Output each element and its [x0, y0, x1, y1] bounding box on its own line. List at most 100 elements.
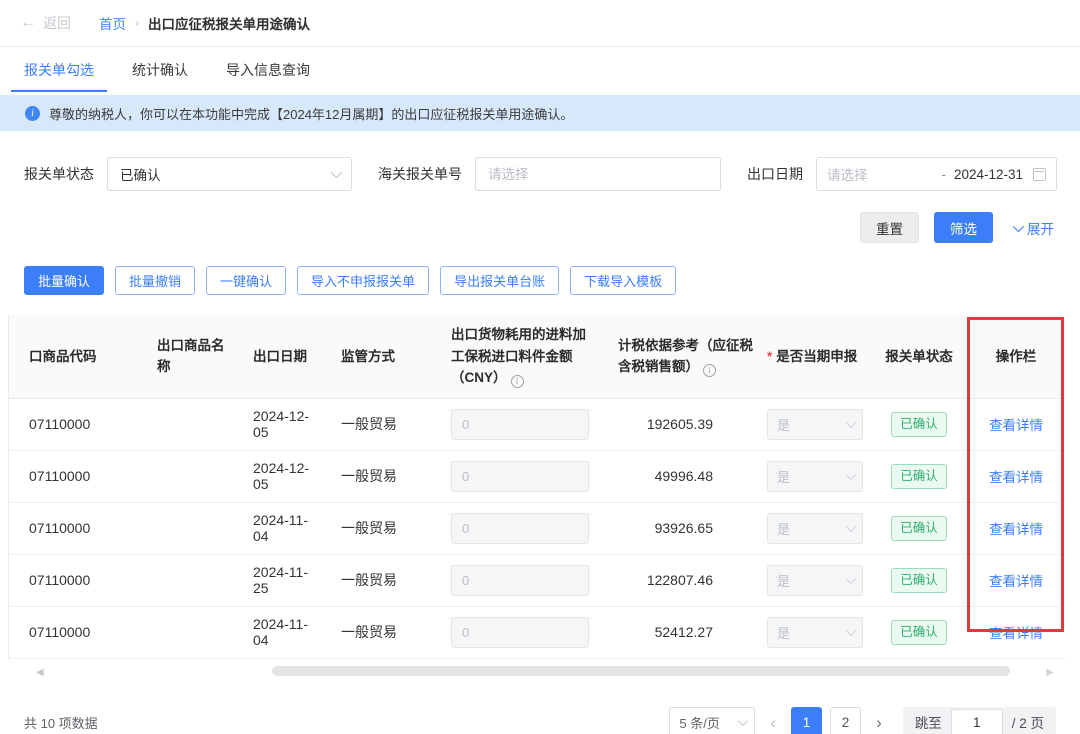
toolbar: 批量确认 批量撤销 一键确认 导入不申报报关单 导出报关单台账 下载导入模板: [0, 266, 1080, 295]
cell-product-name: [137, 450, 233, 502]
cell-bonded-amount: [441, 502, 606, 554]
info-icon[interactable]: i: [703, 364, 716, 377]
cell-action: 查看详情: [967, 398, 1065, 450]
col-header-status: 报关单状态: [871, 315, 967, 398]
filter-actions: 重置 筛选 展开: [0, 212, 1080, 243]
date-end-value: 2024-12-31: [954, 167, 1023, 182]
scrollbar-thumb[interactable]: [272, 666, 1010, 676]
view-details-link[interactable]: 查看详情: [989, 418, 1043, 433]
chevron-down-icon: [846, 626, 856, 636]
tab-statistics-confirm[interactable]: 统计确认: [132, 47, 188, 92]
current-period-select[interactable]: 是: [767, 513, 863, 544]
cell-bonded-amount: [441, 398, 606, 450]
date-range-separator: -: [941, 167, 946, 182]
back-button[interactable]: ← 返回: [20, 13, 71, 33]
current-period-select[interactable]: 是: [767, 617, 863, 648]
cell-tax-base: 93926.65: [606, 502, 761, 554]
next-page-button[interactable]: ›: [869, 714, 889, 731]
tab-import-info-query[interactable]: 导入信息查询: [226, 47, 310, 92]
filter-button[interactable]: 筛选: [934, 212, 993, 243]
total-pages-label: / 2 页: [1012, 712, 1044, 732]
cell-export-date: 2024-11-04: [233, 502, 321, 554]
export-date-range[interactable]: 请选择 - 2024-12-31: [816, 157, 1057, 191]
col-header-tax-base: 计税依据参考（应征税含税销售额）i: [606, 315, 761, 398]
cell-product-code: 07110000: [9, 398, 137, 450]
notice-text: 尊敬的纳税人，你可以在本功能中完成【2024年12月属期】的出口应征税报关单用途…: [49, 104, 573, 123]
current-period-select[interactable]: 是: [767, 409, 863, 440]
expand-label: 展开: [1027, 218, 1054, 238]
view-details-link[interactable]: 查看详情: [989, 522, 1043, 537]
cell-action: 查看详情: [967, 450, 1065, 502]
bonded-amount-input[interactable]: [451, 461, 589, 492]
view-details-link[interactable]: 查看详情: [989, 626, 1043, 641]
status-badge: 已确认: [891, 464, 947, 489]
bonded-amount-input[interactable]: [451, 565, 589, 596]
customs-no-input[interactable]: [475, 157, 721, 191]
view-details-link[interactable]: 查看详情: [989, 574, 1043, 589]
download-template-button[interactable]: 下载导入模板: [570, 266, 676, 295]
col-header-product-code: 口商品代码: [9, 315, 137, 398]
page-title: 出口应征税报关单用途确认: [148, 13, 310, 33]
cell-bonded-amount: [441, 554, 606, 606]
table-row: 071100002024-11-04一般贸易52412.27是已确认查看详情: [9, 606, 1065, 658]
col-header-current-period: *是否当期申报: [761, 315, 871, 398]
date-start-placeholder: 请选择: [827, 164, 933, 184]
current-period-select[interactable]: 是: [767, 461, 863, 492]
required-asterisk: *: [767, 349, 772, 364]
cell-product-code: 07110000: [9, 502, 137, 554]
scroll-left-icon[interactable]: ◀: [36, 665, 44, 681]
export-ledger-button[interactable]: 导出报关单台账: [440, 266, 559, 295]
info-icon: i: [25, 106, 40, 121]
col-header-trade-mode: 监管方式: [321, 315, 441, 398]
chevron-down-icon: [738, 716, 748, 726]
cell-status: 已确认: [871, 398, 967, 450]
prev-page-button[interactable]: ‹: [763, 714, 783, 731]
table-header-row: 口商品代码 出口商品名称 出口日期 监管方式 出口货物耗用的进料加工保税进口料件…: [9, 315, 1065, 398]
table-row: 071100002024-12-05一般贸易192605.39是已确认查看详情: [9, 398, 1065, 450]
status-select-value: 已确认: [120, 164, 161, 184]
tab-declaration-check[interactable]: 报关单勾选: [24, 47, 94, 92]
batch-revoke-button[interactable]: 批量撤销: [115, 266, 195, 295]
current-period-select[interactable]: 是: [767, 565, 863, 596]
horizontal-scrollbar: ◀ ▶: [28, 663, 1060, 679]
reset-button[interactable]: 重置: [860, 212, 919, 243]
view-details-link[interactable]: 查看详情: [989, 470, 1043, 485]
breadcrumb-separator: ›: [135, 16, 139, 30]
expand-toggle[interactable]: 展开: [1013, 218, 1054, 238]
cell-product-name: [137, 398, 233, 450]
status-badge: 已确认: [891, 620, 947, 645]
footer: 共 10 项数据 5 条/页 ‹ 1 2 › 跳至 / 2 页: [0, 707, 1080, 734]
bonded-amount-input[interactable]: [451, 409, 589, 440]
batch-confirm-button[interactable]: 批量确认: [24, 266, 104, 295]
top-bar: ← 返回 首页 › 出口应征税报关单用途确认: [0, 0, 1080, 47]
jump-page-input[interactable]: [951, 709, 1003, 734]
page-button-2[interactable]: 2: [830, 707, 861, 734]
col-header-export-date: 出口日期: [233, 315, 321, 398]
cell-trade-mode: 一般贸易: [321, 554, 441, 606]
col-header-bonded-amount: 出口货物耗用的进料加工保税进口料件金额（CNY）i: [441, 315, 606, 398]
page-button-1[interactable]: 1: [791, 707, 822, 734]
chevron-down-icon: [846, 574, 856, 584]
breadcrumb-home-link[interactable]: 首页: [99, 13, 126, 33]
cell-product-name: [137, 606, 233, 658]
status-select[interactable]: 已确认: [107, 157, 352, 191]
cell-tax-base: 52412.27: [606, 606, 761, 658]
cell-trade-mode: 一般贸易: [321, 606, 441, 658]
cell-product-code: 07110000: [9, 554, 137, 606]
breadcrumb: 首页 › 出口应征税报关单用途确认: [99, 13, 310, 33]
one-click-confirm-button[interactable]: 一键确认: [206, 266, 286, 295]
export-date-label: 出口日期: [747, 164, 803, 184]
cell-product-name: [137, 554, 233, 606]
bonded-amount-input[interactable]: [451, 513, 589, 544]
page-size-select[interactable]: 5 条/页: [669, 707, 755, 734]
cell-trade-mode: 一般贸易: [321, 398, 441, 450]
cell-export-date: 2024-11-25: [233, 554, 321, 606]
info-icon[interactable]: i: [511, 375, 524, 388]
scroll-right-icon[interactable]: ▶: [1046, 665, 1054, 681]
cell-current-period: 是: [761, 606, 871, 658]
bonded-amount-input[interactable]: [451, 617, 589, 648]
status-badge: 已确认: [891, 412, 947, 437]
import-nondeclared-button[interactable]: 导入不申报报关单: [297, 266, 429, 295]
cell-export-date: 2024-12-05: [233, 398, 321, 450]
jump-label: 跳至: [915, 712, 942, 732]
